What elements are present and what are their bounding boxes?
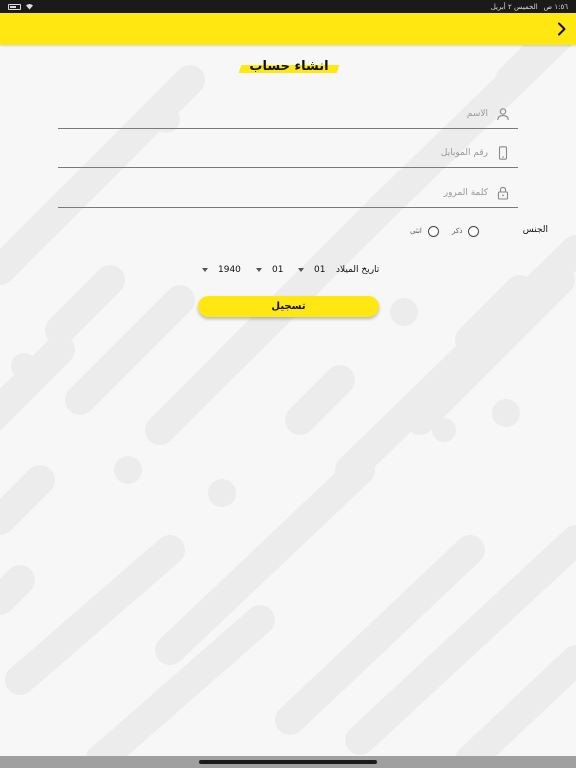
day-value: 01	[314, 265, 326, 275]
page-title: انشاء حساب	[249, 59, 329, 74]
name-field	[58, 99, 518, 129]
month-select[interactable]: 01	[256, 262, 283, 278]
battery-icon	[8, 3, 21, 10]
back-button[interactable]	[552, 19, 572, 39]
password-input[interactable]	[108, 184, 488, 202]
status-bar: الخميس ٢ أبريل ١:٥٦ ص	[0, 0, 576, 13]
chevron-right-icon	[558, 22, 566, 36]
status-time: ١:٥٦ ص	[543, 2, 568, 11]
gender-option-male[interactable]: ذكر	[452, 224, 480, 238]
lock-icon	[497, 186, 509, 200]
year-value: 1940	[218, 265, 241, 275]
phone-icon	[498, 146, 508, 160]
gender-female-label: انثى	[410, 227, 422, 235]
chevron-down-icon	[298, 268, 304, 272]
gender-male-label: ذكر	[452, 227, 463, 235]
status-date: الخميس ٢ أبريل	[490, 2, 538, 11]
register-form: انشاء حساب الجنس ذكر انثى تاريخ الميلاد	[0, 45, 576, 745]
gender-label: الجنس	[522, 225, 548, 235]
register-button[interactable]: تسجيل	[198, 296, 379, 317]
user-icon	[497, 108, 509, 121]
home-indicator[interactable]	[199, 760, 377, 764]
dob-label: تاريخ الميلاد	[336, 265, 380, 275]
name-input[interactable]	[108, 105, 488, 123]
radio-male[interactable]	[468, 225, 480, 237]
top-bar	[0, 13, 576, 45]
radio-female[interactable]	[427, 225, 439, 237]
chevron-down-icon	[256, 268, 262, 272]
page-title-wrap: انشاء حساب	[238, 59, 340, 77]
mobile-field	[58, 138, 518, 168]
mobile-input[interactable]	[108, 144, 488, 162]
password-field	[58, 178, 518, 208]
year-select[interactable]: 1940	[202, 262, 241, 278]
gender-option-female[interactable]: انثى	[410, 224, 439, 238]
bottom-bar	[0, 756, 576, 768]
chevron-down-icon	[202, 268, 208, 272]
day-select[interactable]: 01	[298, 262, 325, 278]
wifi-icon	[26, 4, 33, 10]
month-value: 01	[272, 265, 284, 275]
